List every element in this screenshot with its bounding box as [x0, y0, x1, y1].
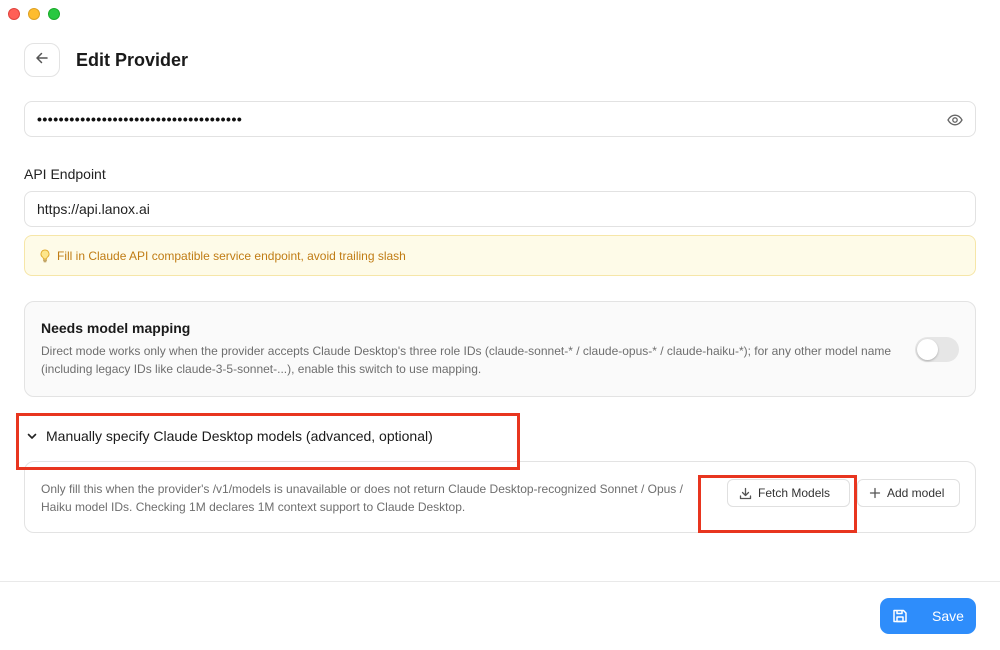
endpoint-input[interactable]: https://api.lanox.ai: [24, 191, 976, 227]
zoom-window-button[interactable]: [48, 8, 60, 20]
chevron-down-icon: [26, 430, 38, 442]
lightbulb-icon: [39, 249, 51, 263]
api-key-value: ••••••••••••••••••••••••••••••••••••••: [37, 111, 243, 127]
close-window-button[interactable]: [8, 8, 20, 20]
download-icon: [739, 487, 752, 500]
endpoint-hint-text: Fill in Claude API compatible service en…: [57, 248, 406, 263]
plus-icon: [869, 487, 881, 499]
save-icon: [892, 608, 908, 624]
back-button[interactable]: [24, 43, 60, 77]
footer-divider: [0, 581, 1000, 582]
endpoint-hint: Fill in Claude API compatible service en…: [24, 235, 976, 276]
api-key-input[interactable]: ••••••••••••••••••••••••••••••••••••••: [24, 101, 976, 137]
fetch-models-label: Fetch Models: [758, 486, 831, 500]
model-mapping-title: Needs model mapping: [41, 320, 191, 336]
endpoint-value: https://api.lanox.ai: [37, 201, 150, 217]
model-mapping-card: Needs model mapping Direct mode works on…: [24, 301, 976, 397]
manual-models-section-header[interactable]: Manually specify Claude Desktop models (…: [26, 428, 433, 444]
save-button[interactable]: Save: [880, 598, 976, 634]
manual-models-section-title: Manually specify Claude Desktop models (…: [46, 428, 433, 444]
endpoint-label: API Endpoint: [24, 166, 106, 182]
add-model-button[interactable]: Add model: [857, 479, 960, 507]
page-title: Edit Provider: [76, 49, 189, 70]
manual-models-card: Only fill this when the provider's /v1/m…: [24, 461, 976, 533]
save-label: Save: [932, 608, 964, 624]
page-header: Edit Provider: [24, 43, 188, 77]
add-model-label: Add model: [887, 486, 945, 500]
toggle-knob: [917, 339, 938, 360]
arrow-left-icon: [35, 51, 49, 70]
manual-models-description: Only fill this when the provider's /v1/m…: [41, 482, 683, 514]
edit-provider-window: Edit Provider ••••••••••••••••••••••••••…: [0, 0, 1000, 650]
fetch-models-button[interactable]: Fetch Models: [727, 479, 850, 507]
eye-icon[interactable]: [947, 112, 963, 131]
window-controls: [8, 8, 60, 20]
model-mapping-description: Direct mode works only when the provider…: [41, 344, 892, 376]
minimize-window-button[interactable]: [28, 8, 40, 20]
model-mapping-toggle[interactable]: [915, 337, 959, 362]
